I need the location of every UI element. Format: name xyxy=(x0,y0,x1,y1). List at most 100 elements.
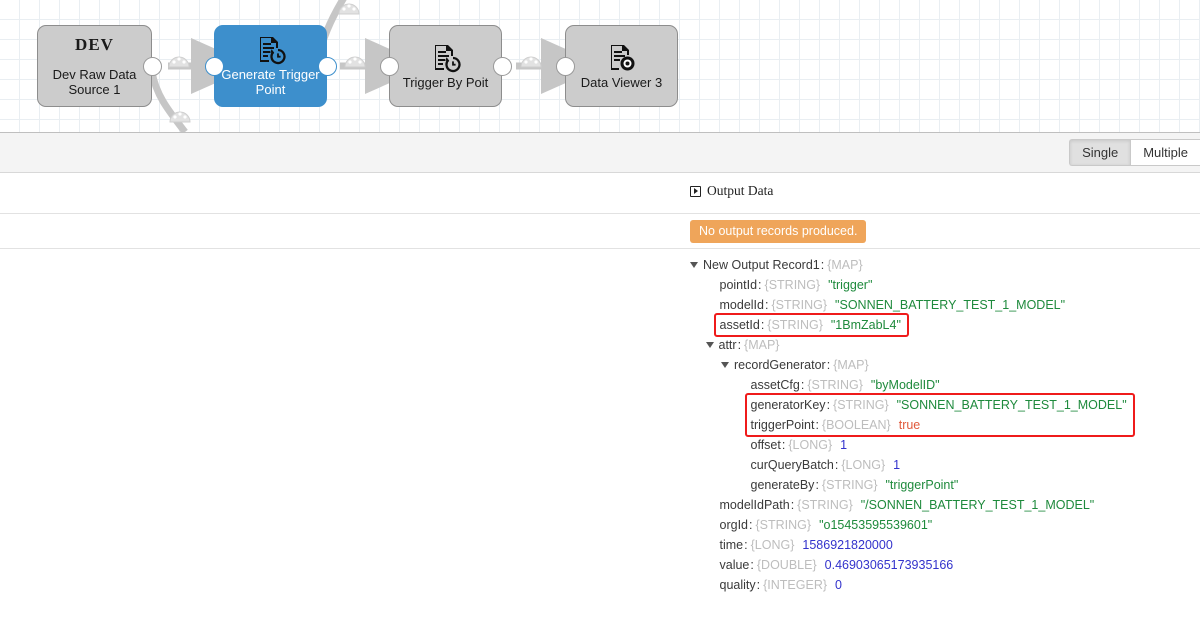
tree-colon: : xyxy=(814,415,821,435)
tree-value: "1BmZabL4" xyxy=(831,315,901,335)
tree-key: curQueryBatch xyxy=(751,455,834,475)
node-port-in[interactable] xyxy=(380,57,399,76)
node-port-in[interactable] xyxy=(556,57,575,76)
tree-twisty-icon[interactable] xyxy=(706,342,714,348)
tree-colon: : xyxy=(737,335,744,355)
tree-type: {MAP} xyxy=(744,335,779,355)
tree-row[interactable]: value:{DOUBLE}0.46903065173935166 xyxy=(690,555,1200,575)
tree-key: time xyxy=(720,535,744,555)
tree-colon: : xyxy=(749,555,756,575)
tree-key: offset xyxy=(751,435,781,455)
tree-type: {STRING} xyxy=(755,515,811,535)
tree-type: {STRING} xyxy=(771,295,827,315)
tree-type: {MAP} xyxy=(833,355,868,375)
no-output-records-badge: No output records produced. xyxy=(690,220,866,243)
tree-type: {INTEGER} xyxy=(763,575,827,595)
tree-type: {LONG} xyxy=(751,535,795,555)
node-generate-trigger-point[interactable]: Generate Trigger Point xyxy=(214,25,327,107)
node-label: Trigger By Poit xyxy=(397,75,495,90)
tree-row[interactable]: quality:{INTEGER} 0 xyxy=(690,575,1200,595)
tree-key: modelIdPath xyxy=(720,495,790,515)
node-trigger-by-poit[interactable]: Trigger By Poit xyxy=(389,25,502,107)
pipeline-canvas[interactable]: DEV Dev Raw Data Source 1 Generate Trigg… xyxy=(0,0,1200,132)
tree-colon: : xyxy=(820,255,827,275)
tree-value: "o15453595539601" xyxy=(819,515,932,535)
single-view-button[interactable]: Single xyxy=(1069,139,1130,166)
tree-value: 1586921820000 xyxy=(802,535,892,555)
node-data-viewer-3[interactable]: Data Viewer 3 xyxy=(565,25,678,107)
tree-value: "triggerPoint" xyxy=(886,475,959,495)
tree-value: 1 xyxy=(840,435,847,455)
tree-row[interactable]: assetCfg:{STRING}"byModelID" xyxy=(690,375,1200,395)
tree-row[interactable]: pointId:{STRING}"trigger" xyxy=(690,275,1200,295)
view-mode-toolbar: Single Multiple xyxy=(0,132,1200,173)
node-port-in[interactable] xyxy=(205,57,224,76)
document-eye-icon xyxy=(607,43,637,73)
tree-row[interactable]: modelIdPath:{STRING}"/SONNEN_BATTERY_TES… xyxy=(690,495,1200,515)
tree-type: {LONG} xyxy=(841,455,885,475)
tree-twisty-icon[interactable] xyxy=(690,262,698,268)
node-port-out[interactable] xyxy=(143,57,162,76)
node-dev-raw-data-source-1[interactable]: DEV Dev Raw Data Source 1 xyxy=(37,25,152,107)
document-clock-icon xyxy=(256,35,286,65)
tree-value: "SONNEN_BATTERY_TEST_1_MODEL" xyxy=(835,295,1065,315)
tree-colon: : xyxy=(757,275,764,295)
tree-row[interactable]: generateBy:{STRING}"triggerPoint" xyxy=(690,475,1200,495)
tree-row[interactable]: assetId:{STRING}"1BmZabL4" xyxy=(690,315,1200,335)
output-status-row: No output records produced. xyxy=(0,214,1200,249)
tree-type: {STRING} xyxy=(765,275,821,295)
tree-type: {MAP} xyxy=(827,255,862,275)
tree-type: {STRING} xyxy=(797,495,853,515)
tree-row[interactable]: generatorKey:{STRING}"SONNEN_BATTERY_TES… xyxy=(690,395,1200,415)
tree-value: 0.46903065173935166 xyxy=(825,555,954,575)
tree-value: 1 xyxy=(893,455,900,475)
multiple-view-button[interactable]: Multiple xyxy=(1130,139,1200,166)
tree-value: "byModelID" xyxy=(871,375,940,395)
tree-key: generatorKey xyxy=(751,395,826,415)
tree-key: triggerPoint xyxy=(751,415,815,435)
tree-row[interactable]: triggerPoint:{BOOLEAN}true xyxy=(690,415,1200,435)
tree-type: {LONG} xyxy=(788,435,832,455)
gauge-icon xyxy=(167,51,191,74)
tree-row[interactable]: orgId:{STRING}"o15453595539601" xyxy=(690,515,1200,535)
tree-value: "SONNEN_BATTERY_TEST_1_MODEL" xyxy=(897,395,1127,415)
document-clock-icon xyxy=(431,43,461,73)
tree-colon: : xyxy=(743,535,750,555)
tree-value: 0 xyxy=(835,575,842,595)
tree-key: orgId xyxy=(720,515,749,535)
tree-key: pointId xyxy=(720,275,758,295)
tree-key: assetCfg xyxy=(751,375,800,395)
tree-twisty-icon[interactable] xyxy=(721,362,729,368)
output-data-header: Output Data xyxy=(0,173,1200,214)
tree-colon: : xyxy=(756,575,763,595)
gauge-icon xyxy=(343,51,367,74)
tree-key: generateBy xyxy=(751,475,815,495)
tree-row[interactable]: New Output Record1:{MAP} xyxy=(690,255,1200,275)
node-label: Data Viewer 3 xyxy=(575,75,668,90)
tree-row[interactable]: curQueryBatch:{LONG} 1 xyxy=(690,455,1200,475)
node-port-out[interactable] xyxy=(318,57,337,76)
dev-text-icon: DEV xyxy=(75,35,114,55)
tree-key: assetId xyxy=(720,315,760,335)
tree-value: true xyxy=(899,415,921,435)
tree-row[interactable]: time:{LONG} 1586921820000 xyxy=(690,535,1200,555)
output-record-tree[interactable]: New Output Record1:{MAP}pointId:{STRING}… xyxy=(690,255,1200,595)
tree-colon: : xyxy=(814,475,821,495)
tree-colon: : xyxy=(834,455,841,475)
gauge-icon xyxy=(519,51,543,74)
tree-row[interactable]: attr:{MAP} xyxy=(690,335,1200,355)
tree-type: {STRING} xyxy=(767,315,823,335)
tree-row[interactable]: modelId:{STRING}"SONNEN_BATTERY_TEST_1_M… xyxy=(690,295,1200,315)
tree-row[interactable]: recordGenerator:{MAP} xyxy=(690,355,1200,375)
gauge-icon xyxy=(168,106,192,129)
collapse-panel-icon[interactable] xyxy=(690,186,701,197)
tree-key: quality xyxy=(720,575,756,595)
tree-type: {STRING} xyxy=(833,395,889,415)
tree-colon: : xyxy=(764,295,771,315)
node-port-out[interactable] xyxy=(493,57,512,76)
tree-colon: : xyxy=(826,355,833,375)
tree-key: value xyxy=(720,555,750,575)
tree-key: attr xyxy=(719,335,737,355)
tree-colon: : xyxy=(781,435,788,455)
tree-row[interactable]: offset:{LONG} 1 xyxy=(690,435,1200,455)
